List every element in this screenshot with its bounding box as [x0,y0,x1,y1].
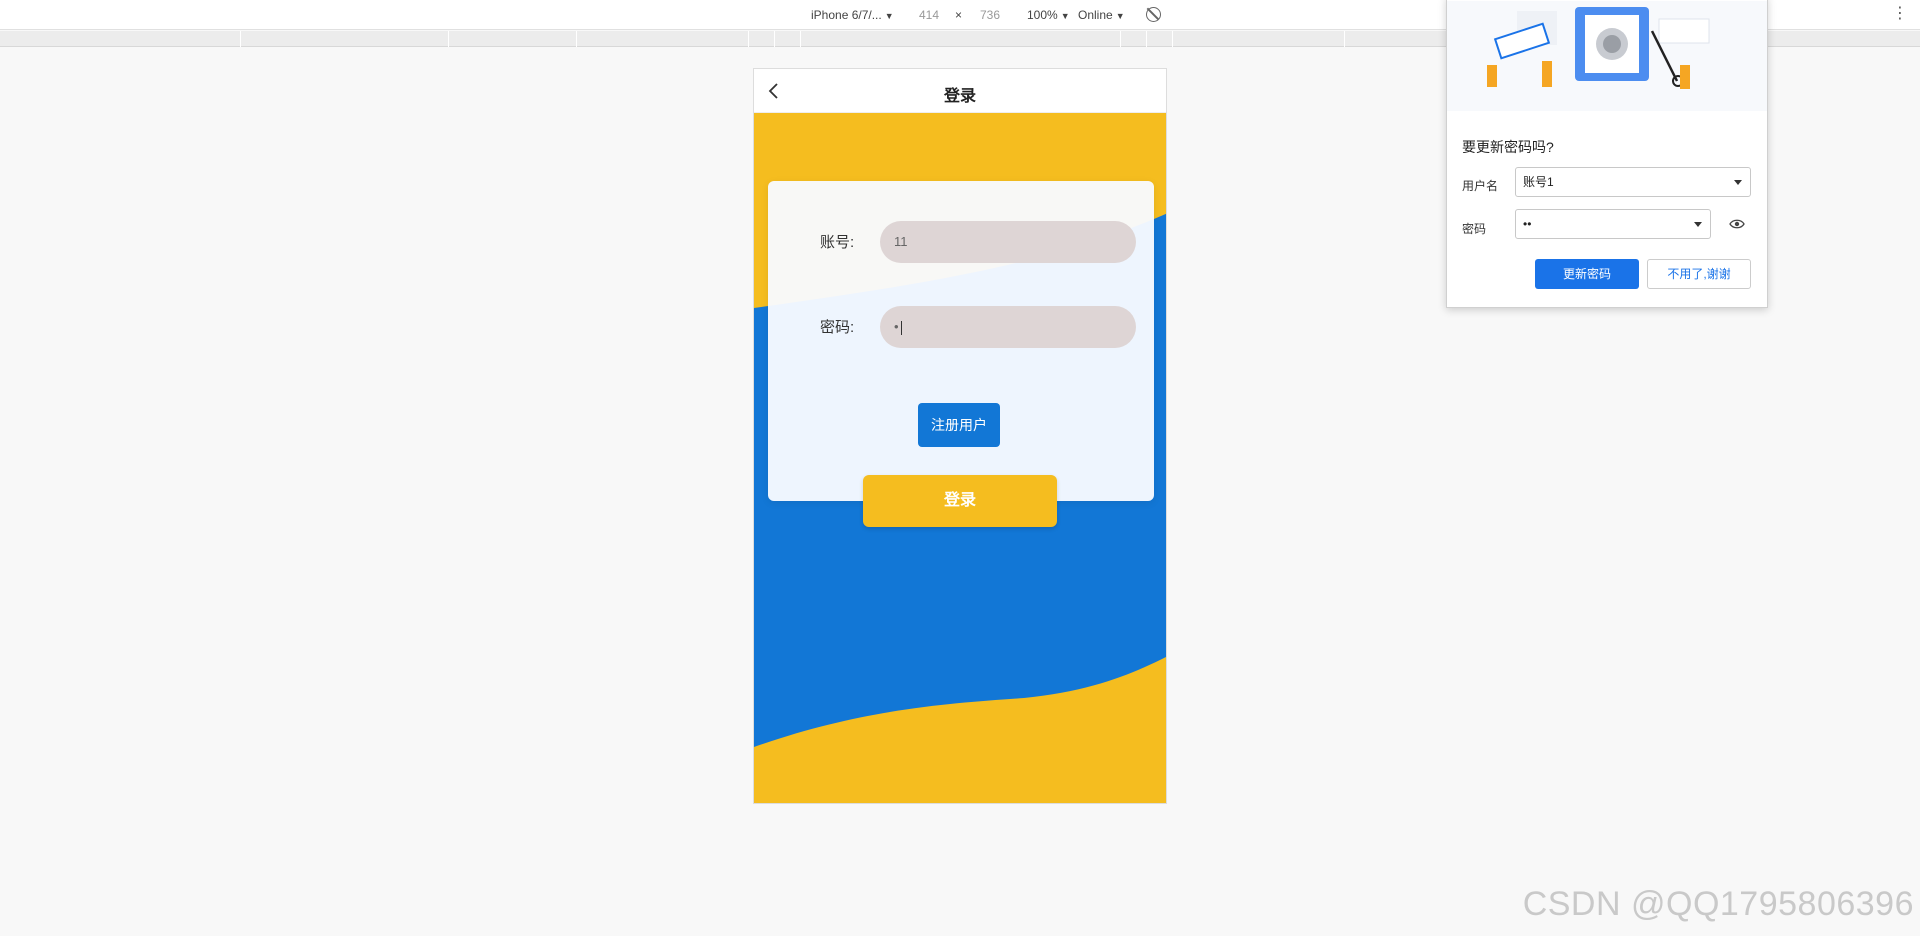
watermark: CSDN @QQ1795806396 [1522,885,1914,923]
chevron-down-icon: ▼ [1115,11,1125,21]
ruler-segment[interactable] [748,31,749,47]
password-select[interactable]: •• [1515,209,1711,239]
register-button[interactable]: 注册用户 [918,403,1000,447]
password-label: 密码: [820,319,855,336]
update-password-button[interactable]: 更新密码 [1535,259,1639,289]
dropdown-arrow-icon [1734,180,1742,185]
ruler-segment[interactable] [800,31,801,47]
username-select[interactable]: 账号1 [1515,167,1751,197]
zoom-selector[interactable]: 100% ▼ [1027,8,1070,22]
ruler-segment[interactable] [576,31,577,47]
nav-bar: 登录 [754,69,1166,113]
chevron-down-icon: ▼ [884,11,894,21]
password-dots: •• [1523,217,1532,231]
ruler-segment[interactable] [240,31,241,47]
ruler-segment[interactable] [774,31,775,47]
ruler-segment[interactable] [1146,31,1147,47]
username-value: 账号1 [1523,175,1554,189]
popup-title: 要更新密码吗? [1462,139,1554,155]
network-value: Online [1078,8,1113,22]
eye-icon[interactable] [1729,219,1745,229]
password-update-popup: 要更新密码吗? 用户名 账号1 密码 •• 更新密码 不用了,谢谢 [1446,0,1768,308]
ruler-segment[interactable] [1120,31,1121,47]
no-thanks-button[interactable]: 不用了,谢谢 [1647,259,1751,289]
chevron-down-icon: ▼ [1060,11,1070,21]
more-options-icon[interactable]: ⋮ [1892,6,1908,22]
width-input[interactable]: 414 [919,8,939,22]
network-selector[interactable]: Online ▼ [1078,8,1125,22]
rotate-icon[interactable] [1146,7,1161,22]
phone-viewport: 登录 账号: 11 密码: • 注册用户 登录 [753,68,1167,804]
account-input[interactable]: 11 [880,221,1136,263]
username-label: 用户名 [1462,179,1499,193]
password-input[interactable]: • [880,306,1136,348]
dropdown-arrow-icon [1694,222,1702,227]
height-input[interactable]: 736 [980,8,1000,22]
password-value: • [894,319,899,334]
page-title: 登录 [943,88,976,105]
text-cursor [900,320,902,335]
login-button[interactable]: 登录 [863,475,1057,527]
account-value: 11 [894,234,908,249]
device-selector[interactable]: iPhone 6/7/... ▼ [811,8,894,22]
dimension-separator: × [955,8,963,22]
ruler-segment[interactable] [1172,31,1173,47]
device-name: iPhone 6/7/... [811,8,882,22]
password-label-popup: 密码 [1462,222,1487,236]
login-card: 账号: 11 密码: • 注册用户 [768,173,1154,501]
password-safe-illustration [1447,1,1767,111]
zoom-value: 100% [1027,8,1058,22]
ruler-segment[interactable] [448,31,449,47]
ruler-segment[interactable] [1344,31,1345,47]
account-label: 账号: [820,234,855,251]
